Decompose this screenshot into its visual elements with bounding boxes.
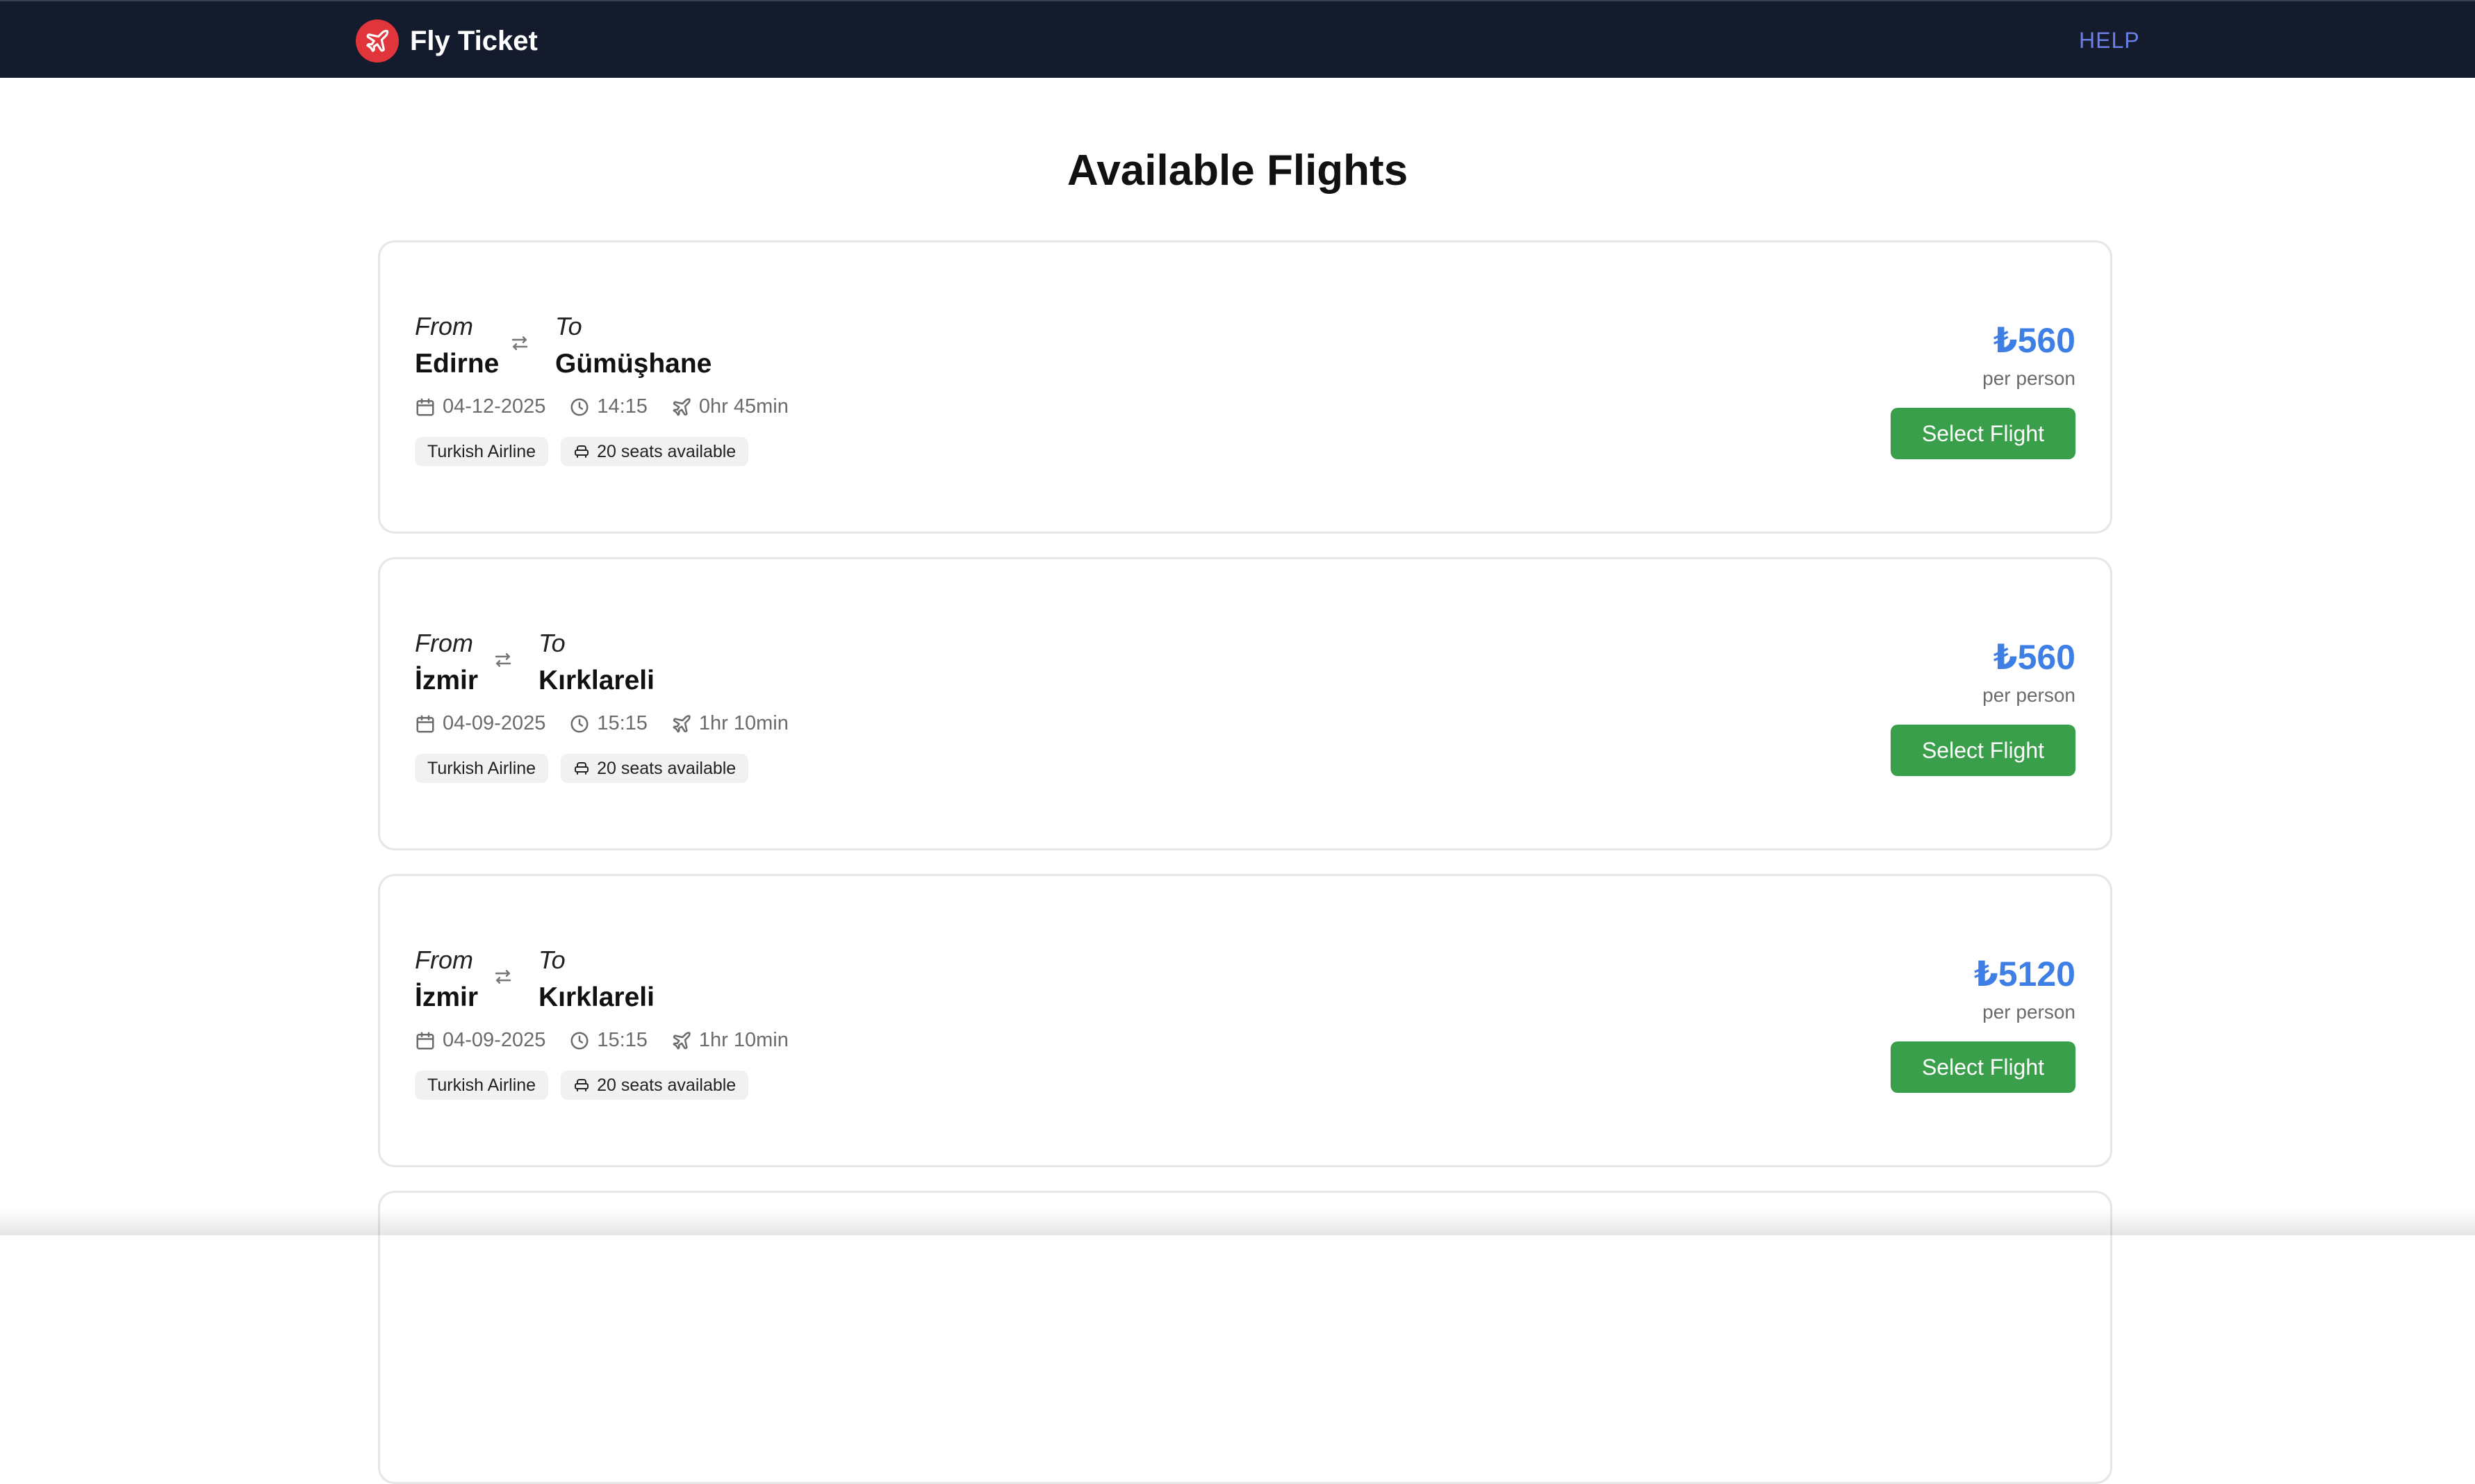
calendar-icon: [416, 398, 434, 415]
clock-icon: [570, 398, 589, 415]
seats-count: 20 seats available: [597, 1075, 737, 1095]
flight-tags: Turkish Airline 20 seats available: [415, 437, 761, 466]
calendar-icon: [416, 1032, 434, 1049]
from-block: From İzmir: [415, 629, 478, 697]
swap-arrows-icon: [493, 650, 513, 674]
from-city: İzmir: [415, 982, 479, 1012]
from-city: İzmir: [415, 666, 479, 695]
from-block: From Edirne: [415, 312, 499, 380]
from-label: From: [415, 629, 473, 657]
seat-icon: [575, 762, 589, 775]
from-city: Edirne: [415, 349, 500, 379]
help-link[interactable]: HELP: [2079, 28, 2140, 53]
seats-count: 20 seats available: [597, 441, 737, 461]
seat-icon: [575, 1079, 589, 1091]
flight-time: 15:15: [597, 1029, 648, 1051]
clock-icon: [570, 1032, 589, 1049]
brand-name: Fly Ticket: [410, 25, 538, 56]
seat-icon: [575, 445, 589, 458]
per-person-label: per person: [1982, 1001, 2075, 1023]
flight-date: 04-12-2025: [443, 395, 546, 418]
flight-price: ₺5120: [1973, 955, 2075, 994]
duration-info: 1hr 10min: [671, 712, 789, 735]
scroll-shadow: [0, 1209, 2475, 1235]
date-info: 04-09-2025: [415, 1029, 545, 1052]
plane-icon: [356, 19, 399, 63]
per-person-label: per person: [1982, 684, 2075, 706]
flight-meta: 04-09-2025 15:15 1hr 10min: [415, 712, 812, 735]
date-info: 04-12-2025: [415, 395, 545, 418]
flight-meta: 04-12-2025 14:15 0hr 45min: [415, 395, 812, 418]
calendar-icon: [416, 715, 434, 732]
flight-card: From İzmir To Kırklareli 04-09-2025 15:1…: [378, 874, 2112, 1167]
to-label: To: [555, 312, 582, 340]
seats-count: 20 seats available: [597, 758, 737, 778]
clock-icon: [570, 715, 589, 732]
flight-card: From Edirne To Gümüşhane 04-12-2025 14:1…: [378, 240, 2112, 534]
to-block: To Gümüşhane: [555, 312, 712, 380]
plane-icon: [673, 714, 691, 732]
flight-meta: 04-09-2025 15:15 1hr 10min: [415, 1029, 812, 1052]
per-person-label: per person: [1982, 368, 2075, 389]
date-info: 04-09-2025: [415, 712, 545, 735]
flight-price: ₺560: [1993, 321, 2075, 360]
from-block: From İzmir: [415, 946, 478, 1014]
swap-arrows-icon: [509, 333, 530, 357]
flight-duration: 0hr 45min: [698, 395, 789, 418]
flight-price: ₺560: [1993, 638, 2075, 677]
to-city: Gümüşhane: [555, 349, 712, 379]
plane-icon: [673, 397, 691, 415]
flight-time: 14:15: [597, 395, 648, 418]
to-city: Kırklareli: [538, 666, 655, 695]
from-label: From: [415, 312, 473, 340]
select-flight-button[interactable]: Select Flight: [1891, 725, 2075, 776]
flight-tags: Turkish Airline 20 seats available: [415, 754, 761, 783]
seats-tag: 20 seats available: [561, 754, 749, 783]
to-label: To: [538, 629, 566, 657]
navbar: Fly Ticket HELP: [0, 0, 2475, 78]
flight-duration: 1hr 10min: [698, 1029, 789, 1051]
from-label: From: [415, 946, 473, 974]
flight-time: 15:15: [597, 712, 648, 734]
flight-tags: Turkish Airline 20 seats available: [415, 1071, 761, 1100]
brand[interactable]: Fly Ticket: [356, 19, 538, 63]
duration-info: 0hr 45min: [671, 395, 789, 418]
seats-tag: 20 seats available: [561, 437, 749, 466]
select-flight-button[interactable]: Select Flight: [1891, 1041, 2075, 1093]
time-info: 14:15: [569, 395, 648, 418]
flight-date: 04-09-2025: [443, 1029, 546, 1051]
plane-icon: [673, 1031, 691, 1049]
to-block: To Kırklareli: [538, 629, 655, 697]
flight-card: From İzmir To Kırklareli 04-09-2025 15:1…: [378, 557, 2112, 850]
page-title: Available Flights: [1067, 147, 1408, 195]
duration-info: 1hr 10min: [671, 1029, 789, 1052]
flight-duration: 1hr 10min: [698, 712, 789, 734]
to-city: Kırklareli: [538, 982, 655, 1012]
flight-date: 04-09-2025: [443, 712, 546, 734]
to-label: To: [538, 946, 566, 974]
airline-tag: Turkish Airline: [415, 754, 549, 783]
select-flight-button[interactable]: Select Flight: [1891, 408, 2075, 459]
airline-tag: Turkish Airline: [415, 437, 549, 466]
time-info: 15:15: [569, 712, 648, 735]
swap-arrows-icon: [493, 966, 513, 991]
airline-tag: Turkish Airline: [415, 1071, 549, 1100]
time-info: 15:15: [569, 1029, 648, 1052]
seats-tag: 20 seats available: [561, 1071, 749, 1100]
to-block: To Kırklareli: [538, 946, 655, 1014]
